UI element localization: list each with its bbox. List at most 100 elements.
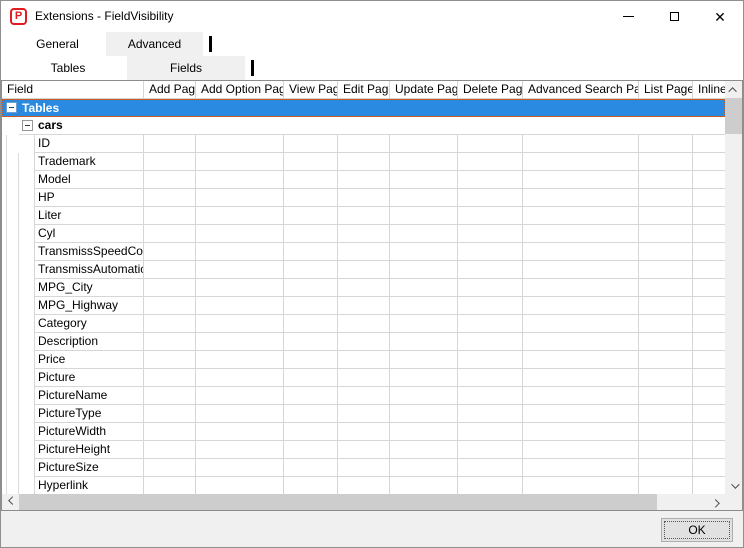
column-header-inline-a[interactable]: Inline A [693,81,725,99]
visibility-cell[interactable] [390,243,458,261]
visibility-cell[interactable] [458,477,523,494]
visibility-cell[interactable] [390,477,458,494]
column-header-advanced-search-page[interactable]: Advanced Search Page [523,81,639,99]
visibility-cell[interactable] [338,441,390,459]
visibility-cell[interactable] [196,135,284,153]
visibility-cell[interactable] [693,423,725,441]
visibility-cell[interactable] [144,351,196,369]
visibility-cell[interactable] [639,153,693,171]
visibility-cell[interactable] [390,369,458,387]
field-row-cyl[interactable]: Cyl [2,225,725,243]
visibility-cell[interactable] [639,405,693,423]
visibility-cell[interactable] [390,189,458,207]
visibility-cell[interactable] [390,459,458,477]
visibility-cell[interactable] [284,405,338,423]
visibility-cell[interactable] [523,135,639,153]
visibility-cell[interactable] [639,369,693,387]
visibility-cell[interactable] [338,315,390,333]
close-button[interactable]: ✕ [697,1,743,32]
visibility-cell[interactable] [523,387,639,405]
visibility-cell[interactable] [144,207,196,225]
visibility-cell[interactable] [523,171,639,189]
visibility-cell[interactable] [196,405,284,423]
ok-button[interactable]: OK [661,518,733,542]
visibility-cell[interactable] [284,279,338,297]
vertical-scrollbar[interactable] [725,81,742,494]
visibility-cell[interactable] [458,387,523,405]
visibility-cell[interactable] [639,387,693,405]
visibility-cell[interactable] [523,189,639,207]
field-row-hp[interactable]: HP [2,189,725,207]
visibility-cell[interactable] [338,225,390,243]
tree-table-row-cars[interactable]: cars [2,117,725,135]
visibility-cell[interactable] [693,297,725,315]
visibility-cell[interactable] [639,279,693,297]
field-row-id[interactable]: ID [2,135,725,153]
subtab-fields[interactable]: Fields [127,56,245,80]
visibility-cell[interactable] [523,477,639,494]
field-row-category[interactable]: Category [2,315,725,333]
visibility-cell[interactable] [458,423,523,441]
visibility-cell[interactable] [523,207,639,225]
visibility-cell[interactable] [144,225,196,243]
visibility-cell[interactable] [693,207,725,225]
visibility-cell[interactable] [284,207,338,225]
visibility-cell[interactable] [693,351,725,369]
visibility-cell[interactable] [144,189,196,207]
visibility-cell[interactable] [523,405,639,423]
visibility-cell[interactable] [284,189,338,207]
visibility-cell[interactable] [144,333,196,351]
visibility-cell[interactable] [338,243,390,261]
visibility-cell[interactable] [390,279,458,297]
vertical-scroll-thumb[interactable] [725,98,742,134]
visibility-cell[interactable] [458,261,523,279]
visibility-cell[interactable] [390,387,458,405]
visibility-cell[interactable] [144,243,196,261]
visibility-cell[interactable] [284,225,338,243]
visibility-cell[interactable] [196,171,284,189]
field-row-trademark[interactable]: Trademark [2,153,725,171]
visibility-cell[interactable] [639,297,693,315]
visibility-cell[interactable] [693,477,725,494]
visibility-cell[interactable] [196,369,284,387]
column-header-add-option-page[interactable]: Add Option Page [196,81,284,99]
titlebar[interactable]: P Extensions - FieldVisibility ✕ [1,1,743,32]
visibility-cell[interactable] [523,297,639,315]
column-header-edit-page[interactable]: Edit Page [338,81,390,99]
visibility-cell[interactable] [458,405,523,423]
visibility-cell[interactable] [458,369,523,387]
visibility-cell[interactable] [338,189,390,207]
visibility-cell[interactable] [458,171,523,189]
visibility-cell[interactable] [693,189,725,207]
subtab-tables[interactable]: Tables [9,56,127,80]
visibility-cell[interactable] [639,477,693,494]
visibility-cell[interactable] [458,441,523,459]
field-row-pictureheight[interactable]: PictureHeight [2,441,725,459]
visibility-cell[interactable] [144,279,196,297]
tab-general[interactable]: General [9,32,106,56]
visibility-cell[interactable] [693,135,725,153]
visibility-cell[interactable] [390,261,458,279]
visibility-cell[interactable] [196,225,284,243]
visibility-cell[interactable] [338,207,390,225]
visibility-cell[interactable] [523,369,639,387]
visibility-cell[interactable] [693,261,725,279]
visibility-cell[interactable] [639,243,693,261]
visibility-cell[interactable] [639,207,693,225]
field-row-transmissautomatic[interactable]: TransmissAutomatic [2,261,725,279]
field-row-picture[interactable]: Picture [2,369,725,387]
visibility-cell[interactable] [693,171,725,189]
visibility-cell[interactable] [144,477,196,494]
visibility-cell[interactable] [639,423,693,441]
field-row-picturesize[interactable]: PictureSize [2,459,725,477]
visibility-cell[interactable] [284,135,338,153]
collapse-icon[interactable] [22,120,33,131]
visibility-cell[interactable] [284,153,338,171]
visibility-cell[interactable] [284,297,338,315]
visibility-cell[interactable] [523,225,639,243]
visibility-cell[interactable] [523,441,639,459]
visibility-cell[interactable] [523,261,639,279]
visibility-cell[interactable] [196,261,284,279]
visibility-cell[interactable] [144,135,196,153]
visibility-cell[interactable] [338,261,390,279]
